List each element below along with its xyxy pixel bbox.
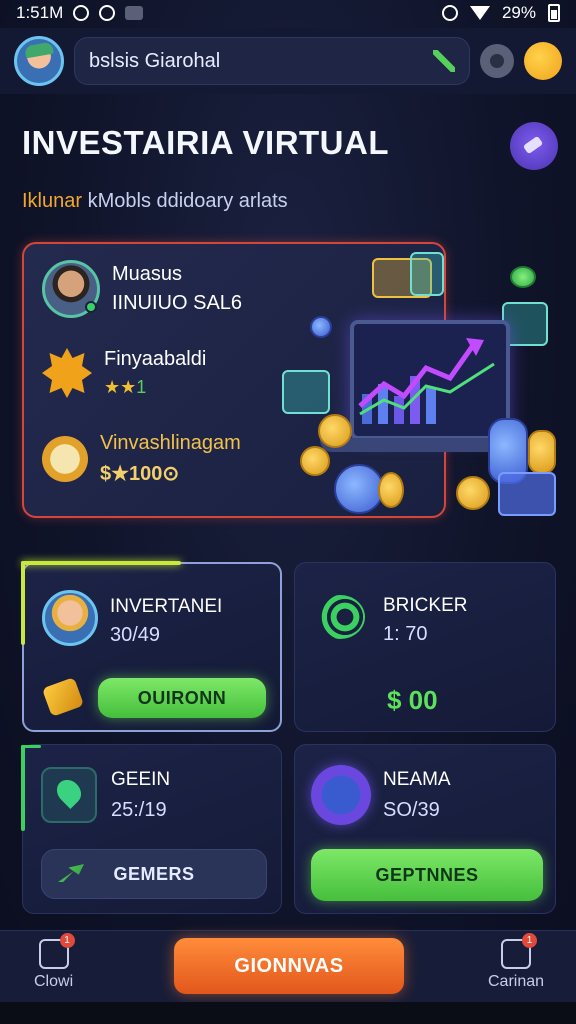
card-title: BRICKER <box>383 595 468 616</box>
nav-label: Carinan <box>488 973 545 990</box>
search-input[interactable]: bslsis Giarohal <box>89 50 220 73</box>
card-accent-top <box>21 745 41 748</box>
notification-badge: 1 <box>59 933 75 948</box>
card-neama[interactable]: NEAMA SO/39 GEPTNNES <box>294 744 556 914</box>
dollar-coin-icon <box>334 464 384 514</box>
game-controller-icon[interactable] <box>510 122 558 170</box>
calendar-icon: 1 <box>501 933 538 969</box>
star-badge-icon <box>42 348 92 398</box>
card-value: 30/49 <box>110 624 161 646</box>
trend-arrow-icon <box>58 864 84 882</box>
home-icon: 1 <box>38 933 75 969</box>
gold-coin-icon <box>300 446 330 476</box>
gold-label: Vinvashlinagam <box>100 432 241 454</box>
alarm-status-icon <box>441 5 458 21</box>
gold-coin-icon <box>378 472 404 508</box>
sync-icon <box>99 5 116 21</box>
stopwatch-icon <box>42 436 88 482</box>
rating-number: 1 <box>136 377 147 397</box>
gold-bar-icon <box>41 677 85 717</box>
location-pin-shape <box>52 775 86 809</box>
green-coin-icon <box>510 266 536 288</box>
clock: 1:51M <box>16 3 64 22</box>
signal-icon <box>315 595 365 639</box>
gold-coin-icon <box>318 414 352 448</box>
nav-label: Clowi <box>34 973 74 990</box>
blue-coin-icon <box>310 316 332 338</box>
card-action-button[interactable]: GEPTNNES <box>311 849 543 901</box>
hero-gold-row: Vinvashlinagam $★100⊙ <box>42 432 241 486</box>
system-nav-bar <box>0 1002 576 1024</box>
status-bar: 1:51M 29% <box>0 0 576 26</box>
hero-user-row: Muasus IINUIUO SAL6 <box>42 260 242 318</box>
balance-amount: $ 00 <box>387 685 438 715</box>
card-action-button[interactable]: OUIRONN <box>98 678 266 718</box>
stars-glyphs: ★★ <box>104 377 137 397</box>
card-broker[interactable]: BRICKER 1: 70 $ 00 <box>294 562 556 732</box>
user-subtitle: IINUIUO SAL6 <box>112 292 243 314</box>
main-action-button[interactable]: GIONNVAS <box>174 938 404 994</box>
hero-badge-row: Finyaabaldi ★★1 <box>42 348 206 398</box>
subtitle-text: kMobls ddidoary arlats <box>82 190 288 212</box>
trend-up-icon <box>433 50 455 72</box>
coin-stack-icon <box>528 430 556 474</box>
wallet-icon <box>311 765 371 825</box>
card-accent-side <box>21 561 25 645</box>
card-value: SO/39 <box>383 799 440 821</box>
gold-value: $★100⊙ <box>100 463 180 485</box>
card-geein[interactable]: GEEIN 25:/19 GEMERS <box>21 744 282 914</box>
card-accent <box>21 561 181 565</box>
battery-percent: 29% <box>501 3 536 22</box>
card-value: 25:/19 <box>111 799 167 821</box>
location-pin-icon <box>41 767 97 823</box>
online-indicator <box>85 301 97 313</box>
card-investment[interactable]: INVERTANEI 30/49 OUIRONN <box>21 561 282 732</box>
card-title: GEEIN <box>111 769 171 790</box>
badge-label: Finyaabaldi <box>104 348 207 370</box>
wifi-icon <box>469 6 490 20</box>
user-name: Muasus <box>112 263 183 285</box>
page-title: INVESTAIRIA VIRTUAL <box>22 124 390 161</box>
card-value: 1: 70 <box>383 623 428 645</box>
chart-panel-icon <box>410 252 444 296</box>
coin-button[interactable] <box>524 42 562 80</box>
side-panel-icon <box>282 370 330 414</box>
investor-avatar <box>42 590 98 646</box>
settings-button[interactable] <box>480 44 514 78</box>
notification-icon <box>125 6 144 20</box>
card-action-label: GEMERS <box>113 863 195 884</box>
gold-coin-icon <box>456 476 490 510</box>
subtitle-accent: Iklunar <box>22 190 83 212</box>
rating-stars: ★★1 <box>104 377 206 398</box>
alarm-icon <box>73 5 90 21</box>
card-title: NEAMA <box>383 769 451 790</box>
profile-avatar[interactable] <box>14 36 64 86</box>
nav-item-calendar[interactable]: 1 Carinan <box>488 933 545 991</box>
search-bar[interactable]: bslsis Giarohal <box>74 37 470 85</box>
battery-icon <box>548 4 560 22</box>
card-action-button[interactable]: GEMERS <box>41 849 267 899</box>
growth-chart-icon <box>358 338 495 424</box>
card-title: INVERTANEI <box>110 596 223 617</box>
user-avatar <box>42 260 100 318</box>
cash-box-icon <box>498 472 556 516</box>
page-subtitle: Iklunar kMobls ddidoary arlats <box>22 190 288 213</box>
investment-illustration <box>280 250 576 530</box>
top-bar: bslsis Giarohal <box>0 28 576 94</box>
notification-badge: 1 <box>522 933 538 948</box>
nav-item-home[interactable]: 1 Clowi <box>34 933 75 991</box>
laptop-chart-icon <box>350 320 510 440</box>
card-accent-side <box>21 745 25 831</box>
